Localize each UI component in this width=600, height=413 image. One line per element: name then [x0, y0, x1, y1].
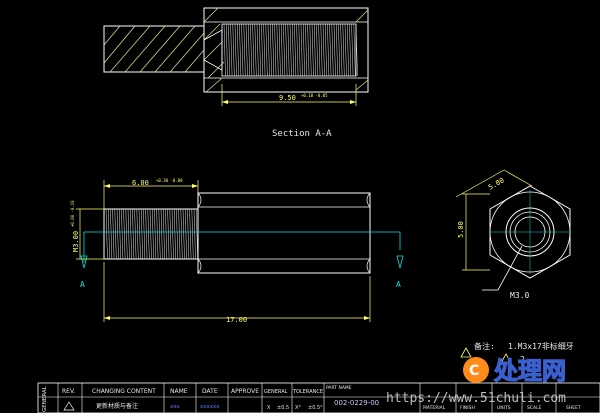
tb-h-name: NAME [170, 388, 188, 395]
dim-thread-dia-value: M3.00 [72, 231, 80, 252]
dim-overall-value: 17.00 [226, 316, 247, 324]
tb-h-content: CHANGING CONTENT [92, 388, 156, 395]
end-thread-label: M3.0 [510, 291, 529, 300]
dim-side-thread: 6.00 +0.30 -0.00 [103, 178, 199, 209]
dim-overall: 17.00 [103, 262, 371, 324]
svg-text:C: C [469, 363, 479, 379]
section-title: Section A-A [272, 129, 332, 139]
section-marker-right: A [396, 280, 401, 289]
tb-row-partno: 002-0229-00 [334, 399, 379, 407]
tb-h-rev: REV. [62, 388, 75, 395]
tb-row-tol2: ±0.5° [308, 405, 323, 411]
dim-side-thread-value: 6.00 [132, 179, 149, 187]
watermark-brand: 处理网 [493, 357, 566, 385]
tb-h-date: DATE [202, 388, 218, 395]
tb-row-x: X [267, 405, 271, 411]
tb-h-sheet: SHEET [566, 405, 581, 411]
end-view: M3.0 [482, 185, 571, 300]
side-view: A A [80, 192, 404, 289]
tb-row-x2: X° [295, 405, 301, 411]
dim-top-length-value: 9.50 [279, 94, 296, 102]
dim-top-length-tol: +0.10 -0.05 [301, 93, 328, 98]
dim-top-length: 9.50 +0.10 -0.05 [221, 84, 357, 106]
note-line-1: 1.M3x17非标细牙 [508, 341, 574, 351]
dim-thread-dia: M3.00 +0.00 -0.10 [70, 200, 104, 260]
tb-side-label: GENERAL [42, 385, 48, 412]
watermark-url: https://www.51chuli.com [386, 391, 566, 406]
tb-h-general: GENERAL [264, 389, 288, 395]
cad-drawing-canvas[interactable]: 9.50 +0.10 -0.05 Section A-A A A 6.00 +0… [0, 0, 600, 413]
tb-row-name: xxx [170, 404, 181, 410]
watermark: https://www.51chuli.com C 处理网 [386, 356, 567, 406]
tb-h-approve: APPROVE [231, 388, 259, 395]
tb-row-date: xxxxxx [200, 404, 220, 410]
dim-hex-flat-value: 5.00 [487, 176, 506, 191]
dim-hex-height-value: 5.00 [457, 221, 465, 238]
section-view [103, 7, 369, 93]
drawing-svg: 9.50 +0.10 -0.05 Section A-A A A 6.00 +0… [37, 7, 600, 413]
dim-thread-dia-tol: +0.00 -0.10 [70, 200, 75, 227]
tb-h-partname: PART NAME [326, 385, 352, 391]
tb-row-content: 更新材质与备注 [96, 402, 138, 410]
note-label: 备注: [474, 341, 495, 351]
dim-side-thread-tol: +0.30 -0.00 [156, 178, 183, 183]
tb-h-tolerance: TOLERANCE [292, 389, 323, 395]
section-marker-left: A [80, 280, 85, 289]
tb-row-tol1: ±0.5 [277, 405, 289, 411]
